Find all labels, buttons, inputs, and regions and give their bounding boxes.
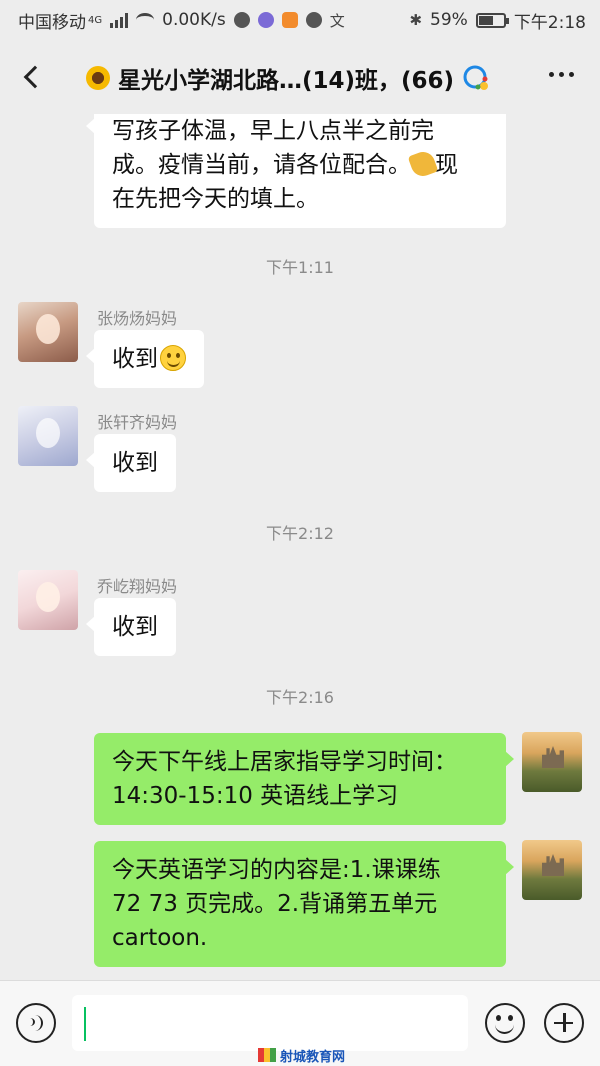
message-timestamp: 下午2:16 bbox=[266, 688, 334, 707]
message-line: 今天英语学习的内容是:1.课课练 bbox=[112, 857, 441, 883]
message-icon bbox=[305, 12, 322, 28]
emoji-button[interactable] bbox=[485, 1003, 525, 1043]
smile-emoji-icon bbox=[160, 345, 186, 371]
message-bubble[interactable]: 收到 bbox=[86, 598, 176, 656]
castle-icon bbox=[542, 854, 564, 876]
message-line: 在先把今天的填上。 bbox=[112, 186, 319, 212]
back-arrow-icon bbox=[23, 65, 47, 89]
voice-icon bbox=[27, 1015, 43, 1031]
clock: 下午2:18 bbox=[513, 12, 586, 33]
message-text: 收到 bbox=[112, 614, 158, 640]
message-line: 成。疫情当前，请各位配合。现 bbox=[112, 148, 488, 182]
status-bar-left: 中国移动 4G 0.00K/s 文 bbox=[18, 8, 345, 33]
avatar[interactable] bbox=[18, 302, 78, 362]
battery-percent: 59% bbox=[430, 10, 468, 30]
message-bubble-outgoing[interactable]: 今天下午线上居家指导学习时间： 14:30-15:10 英语线上学习 bbox=[94, 733, 514, 825]
sunflower-icon bbox=[86, 66, 110, 90]
message-line: 今天下午线上居家指导学习时间： bbox=[112, 749, 457, 775]
app-notification-icon bbox=[233, 12, 250, 28]
network-speed: 0.00K/s bbox=[162, 10, 226, 30]
more-options-button[interactable] bbox=[549, 72, 574, 77]
message-bubble[interactable]: 收到 bbox=[86, 434, 176, 492]
signal-icon bbox=[110, 12, 129, 28]
my-avatar[interactable] bbox=[522, 732, 582, 792]
sender-name: 乔屹翔妈妈 bbox=[97, 577, 178, 596]
pray-emoji-icon bbox=[407, 148, 439, 180]
watermark-text: 射城教育网 bbox=[280, 1049, 346, 1065]
message-text: 收到 bbox=[112, 450, 158, 476]
message-line: 14:30-15:10 英语线上学习 bbox=[112, 783, 399, 809]
castle-icon bbox=[542, 746, 564, 768]
message-bubble[interactable]: 收到 bbox=[86, 330, 204, 388]
message-line: 72 73 页完成。2.背诵第五单元 bbox=[112, 891, 438, 917]
watermark-logo-icon bbox=[258, 1048, 276, 1062]
wifi-icon bbox=[136, 13, 155, 27]
carrier-name: 中国移动 bbox=[18, 12, 86, 33]
message-line: 写孩子体温，早上八点半之前完 bbox=[112, 118, 434, 144]
chat-title-group[interactable]: 星光小学湖北路…(14)班，(66) bbox=[86, 58, 490, 98]
message-bubble-outgoing[interactable]: 今天英语学习的内容是:1.课课练 72 73 页完成。2.背诵第五单元 cart… bbox=[94, 841, 514, 967]
message-timestamp: 下午1:11 bbox=[266, 258, 334, 277]
status-bar: 中国移动 4G 0.00K/s 文 ✱ 59% 下午2:18 bbox=[0, 0, 600, 40]
avatar[interactable] bbox=[18, 406, 78, 466]
video-app-icon bbox=[281, 12, 298, 28]
watermark: 射城教育网 bbox=[258, 1046, 346, 1065]
voice-input-button[interactable] bbox=[16, 1003, 56, 1043]
message-text: 收到 bbox=[112, 346, 158, 372]
message-line: cartoon. bbox=[112, 925, 208, 951]
chat-title: 星光小学湖北路…(14)班，(66) bbox=[118, 68, 455, 94]
chat-header: 星光小学湖北路…(14)班，(66) bbox=[0, 40, 600, 114]
my-avatar[interactable] bbox=[522, 840, 582, 900]
battery-icon bbox=[475, 12, 509, 28]
network-type: 4G bbox=[88, 14, 103, 26]
sender-name: 张炀炀妈妈 bbox=[97, 309, 178, 328]
app-notification-icon-2 bbox=[257, 12, 274, 28]
message-bubble[interactable]: 写孩子体温，早上八点半之前完 成。疫情当前，请各位配合。现 在先把今天的填上。 bbox=[86, 114, 506, 228]
translate-icon: 文 bbox=[329, 11, 345, 30]
avatar[interactable] bbox=[18, 570, 78, 630]
message-timestamp: 下午2:12 bbox=[266, 524, 334, 543]
text-caret bbox=[84, 1007, 86, 1041]
message-input[interactable] bbox=[72, 995, 468, 1051]
message-list[interactable]: 写孩子体温，早上八点半之前完 成。疫情当前，请各位配合。现 在先把今天的填上。 … bbox=[0, 114, 600, 980]
enterprise-chat-icon bbox=[462, 64, 490, 92]
sender-name: 张轩齐妈妈 bbox=[97, 413, 178, 432]
status-bar-right: ✱ 59% 下午2:18 bbox=[409, 8, 586, 33]
more-actions-button[interactable] bbox=[544, 1003, 584, 1043]
back-button[interactable] bbox=[14, 60, 48, 94]
bluetooth-icon: ✱ bbox=[409, 11, 423, 29]
